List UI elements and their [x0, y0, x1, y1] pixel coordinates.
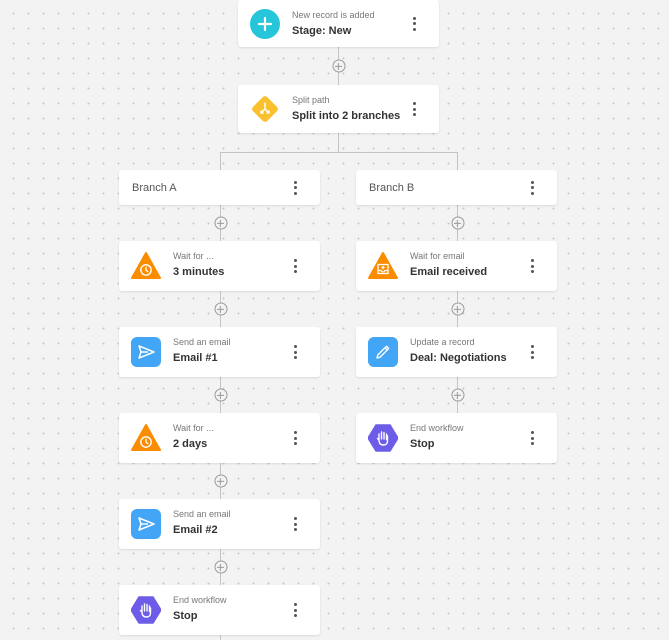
more-options-icon[interactable] [292, 431, 298, 445]
add-step-button[interactable] [332, 59, 345, 73]
clock-icon [131, 251, 161, 281]
more-options-icon[interactable] [411, 16, 417, 31]
branch-b-card[interactable]: Branch B [356, 170, 557, 205]
add-step-button[interactable] [451, 302, 464, 316]
branch-bracket [220, 152, 458, 153]
card-title: Stage: New [292, 25, 352, 37]
hand-stop-icon [368, 423, 398, 453]
card-title: Email #1 [173, 352, 218, 364]
more-options-icon[interactable] [292, 345, 298, 359]
step-card[interactable]: Send an email Email #2 [119, 499, 320, 549]
more-options-icon[interactable] [292, 517, 298, 531]
split-icon [250, 94, 280, 124]
pencil-icon [368, 337, 398, 367]
card-title: 2 days [173, 438, 208, 450]
branch-label: Branch B [369, 181, 415, 194]
card-subtitle: Send an email [173, 509, 231, 519]
more-options-icon[interactable] [411, 102, 417, 116]
more-options-icon[interactable] [529, 345, 535, 359]
plus-icon [250, 8, 280, 39]
send-icon [131, 509, 161, 539]
card-title: 3 minutes [173, 266, 225, 278]
card-title: Split into 2 branches [292, 110, 401, 122]
card-subtitle: Wait for email [410, 251, 465, 261]
step-card[interactable]: Update a record Deal: Negotiations [356, 327, 557, 377]
card-subtitle: End workflow [173, 595, 227, 605]
step-card[interactable]: Wait for ... 3 minutes [119, 241, 320, 291]
split-card[interactable]: Split path Split into 2 branches [238, 85, 439, 133]
add-step-button[interactable] [451, 388, 464, 402]
step-card[interactable]: Wait for email Email received [356, 241, 557, 291]
connector-line [457, 152, 458, 170]
inbox-icon [368, 251, 398, 281]
branch-label: Branch A [132, 181, 177, 194]
branch-a-card[interactable]: Branch A [119, 170, 320, 205]
card-title: Stop [173, 610, 198, 622]
card-title: Stop [410, 438, 435, 450]
card-subtitle: Update a record [410, 337, 475, 347]
step-card[interactable]: End workflow Stop [119, 585, 320, 635]
card-subtitle: Send an email [173, 337, 231, 347]
more-options-icon[interactable] [292, 603, 298, 617]
step-card[interactable]: Send an email Email #1 [119, 327, 320, 377]
hand-stop-icon [131, 595, 161, 625]
send-icon [131, 337, 161, 367]
add-step-button[interactable] [451, 216, 464, 230]
add-step-button[interactable] [214, 216, 227, 230]
trigger-card[interactable]: New record is added Stage: New [238, 0, 439, 47]
card-subtitle: Wait for ... [173, 423, 214, 433]
more-options-icon[interactable] [292, 180, 298, 195]
connector-line [338, 133, 339, 153]
more-options-icon[interactable] [292, 259, 298, 273]
step-card[interactable]: End workflow Stop [356, 413, 557, 463]
clock-icon [131, 423, 161, 453]
add-step-button[interactable] [214, 474, 227, 488]
card-subtitle: New record is added [292, 10, 375, 20]
more-options-icon[interactable] [529, 431, 535, 445]
connector-line [220, 152, 221, 170]
add-step-button[interactable] [214, 560, 227, 574]
step-card[interactable]: Wait for ... 2 days [119, 413, 320, 463]
card-title: Email received [410, 266, 488, 278]
card-subtitle: Wait for ... [173, 251, 214, 261]
more-options-icon[interactable] [529, 259, 535, 273]
card-subtitle: End workflow [410, 423, 464, 433]
more-options-icon[interactable] [529, 180, 535, 195]
add-step-button[interactable] [214, 302, 227, 316]
card-subtitle: Split path [292, 95, 330, 105]
card-title: Email #2 [173, 524, 218, 536]
card-title: Deal: Negotiations [410, 352, 507, 364]
add-step-button[interactable] [214, 388, 227, 402]
